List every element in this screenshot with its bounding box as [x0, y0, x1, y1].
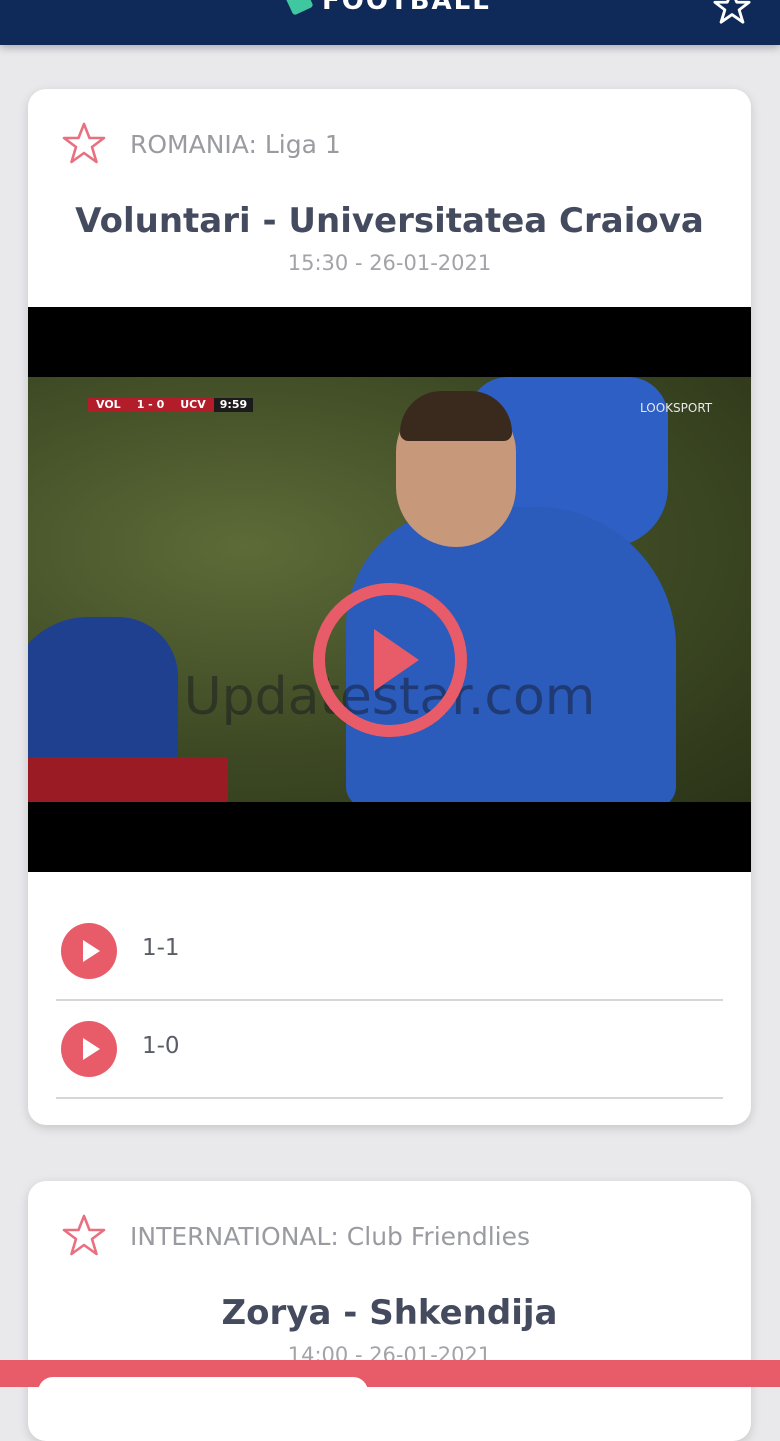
scoreboard-away: UCV	[172, 398, 214, 412]
video-scoreboard: VOL 1 - 0 UCV 9:59	[88, 398, 254, 412]
match-card: ROMANIA: Liga 1 Voluntari - Universitate…	[28, 89, 751, 1125]
favorite-star-icon[interactable]	[60, 1212, 108, 1260]
play-video-button[interactable]	[311, 581, 469, 739]
scoreboard-score: 1 - 0	[128, 398, 173, 412]
match-title[interactable]: Voluntari - Universitatea Craiova	[28, 201, 751, 241]
match-title[interactable]: Zorya - Shkendija	[28, 1293, 751, 1333]
app-name: FOOTBALL	[322, 0, 491, 16]
play-circle-icon[interactable]	[61, 1021, 117, 1077]
app-logo[interactable]: FOOTBALL	[284, 0, 491, 16]
highlight-item[interactable]: 1-0	[56, 999, 723, 1099]
scoreboard-home: VOL	[88, 398, 129, 412]
scoreboard-clock: 9:59	[213, 398, 254, 412]
favorites-star-icon[interactable]	[713, 0, 751, 26]
match-datetime: 15:30 - 26-01-2021	[287, 251, 492, 275]
league-row: ROMANIA: Liga 1	[60, 121, 341, 167]
play-circle-icon[interactable]	[61, 923, 117, 979]
video-frame: VOL 1 - 0 UCV 9:59 LOOKSPORT Updatestar.…	[28, 377, 751, 802]
favorite-star-icon[interactable]	[60, 120, 108, 168]
bottom-navigation-bar	[0, 1360, 780, 1407]
highlight-label: 1-0	[142, 1033, 180, 1059]
broadcaster-logo: LOOKSPORT	[640, 401, 713, 415]
league-name: INTERNATIONAL: Club Friendlies	[130, 1221, 531, 1251]
video-player[interactable]: VOL 1 - 0 UCV 9:59 LOOKSPORT Updatestar.…	[28, 307, 751, 872]
video-scene-player-hair	[400, 391, 512, 441]
highlight-label: 1-1	[142, 935, 180, 961]
ball-logo-icon	[284, 0, 314, 16]
video-scene-player	[28, 757, 228, 802]
league-row: INTERNATIONAL: Club Friendlies	[60, 1213, 530, 1259]
top-app-bar: FOOTBALL	[0, 0, 780, 45]
highlight-item[interactable]: 1-1	[56, 901, 723, 1001]
bottom-tab-pill[interactable]	[38, 1377, 368, 1407]
league-name: ROMANIA: Liga 1	[130, 129, 341, 159]
